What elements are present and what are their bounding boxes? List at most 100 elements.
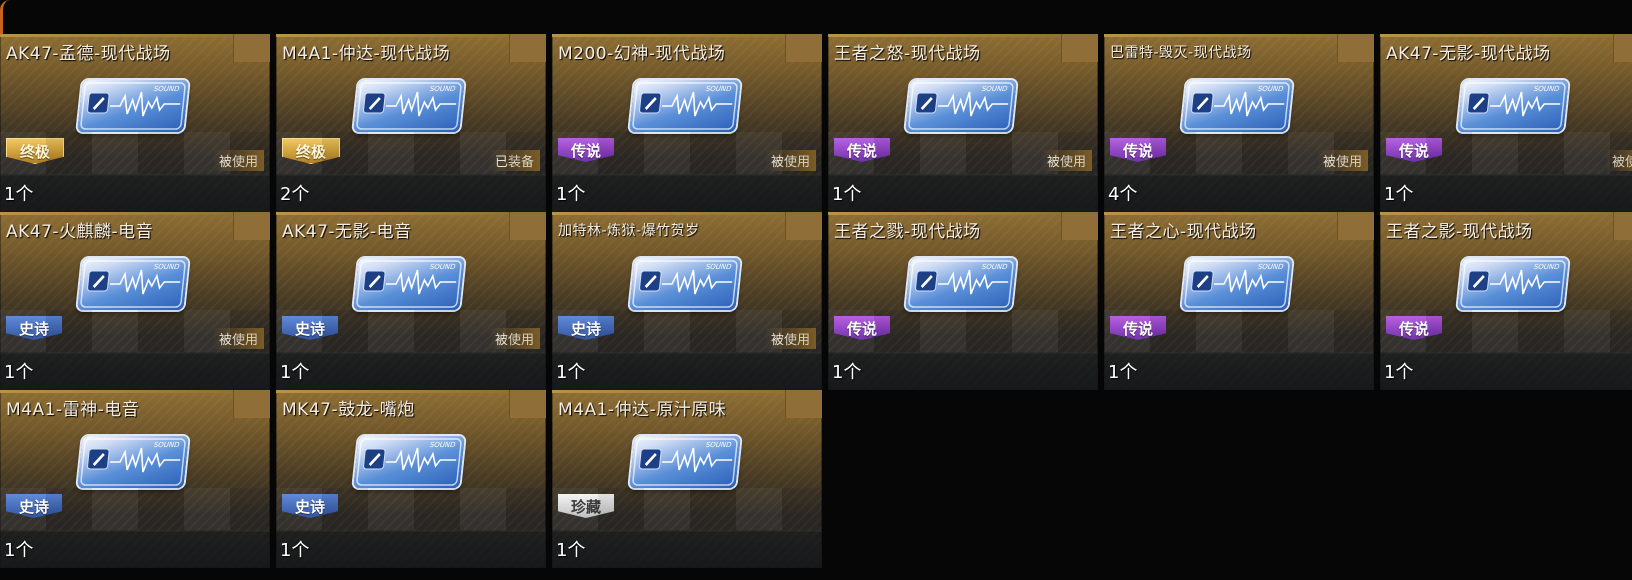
item-count: 1个	[4, 362, 34, 383]
rarity-badge: 史诗	[282, 494, 338, 518]
item-title: AK47-火麒麟-电音	[6, 222, 154, 242]
sound-card-icon: SOUND	[629, 436, 741, 488]
item-count: 1个	[556, 184, 586, 205]
item-title: 王者之戮-现代战场	[834, 222, 981, 242]
corner-tab	[1337, 34, 1374, 62]
svg-text:SOUND: SOUND	[429, 84, 456, 93]
sound-item-card-11[interactable]: 王者之心-现代战场 SOUND 传说 1个	[1104, 212, 1374, 390]
svg-text:SOUND: SOUND	[429, 440, 456, 449]
svg-text:SOUND: SOUND	[705, 440, 732, 449]
count-bar: 1个	[828, 175, 1098, 212]
status-tag: 被使用	[212, 150, 264, 171]
item-title: M4A1-雷神-电音	[6, 400, 140, 420]
status-tag: 被使用	[488, 328, 540, 349]
count-bar: 1个	[276, 531, 546, 568]
status-tag: 被使用	[764, 328, 816, 349]
rarity-badge: 传说	[834, 138, 890, 162]
corner-accent	[0, 0, 10, 34]
item-count: 1个	[832, 362, 862, 383]
inventory-screen: AK47-孟德-现代战场 SOUND 终极 被使用 1个 M4A1-仲达-现代战…	[0, 0, 1632, 580]
item-title: 王者之怒-现代战场	[834, 44, 981, 64]
sound-card-icon: SOUND	[1457, 258, 1569, 310]
sound-card-icon: SOUND	[77, 258, 189, 310]
item-title: 王者之心-现代战场	[1110, 222, 1257, 242]
sound-item-card-15[interactable]: M4A1-仲达-原汁原味 SOUND 珍藏 1个	[552, 390, 822, 568]
item-title: AK47-无影-电音	[282, 222, 412, 242]
count-bar: 1个	[552, 175, 822, 212]
corner-tab	[1613, 34, 1632, 62]
item-title: AK47-无影-现代战场	[1386, 44, 1551, 64]
status-tag: 已装备	[488, 150, 540, 171]
status-tag: 被使用	[764, 150, 816, 171]
item-count: 1个	[4, 540, 34, 561]
status-tag: 被使用	[212, 328, 264, 349]
sound-card-icon: SOUND	[353, 258, 465, 310]
item-title: M200-幻神-现代战场	[558, 44, 726, 64]
svg-text:SOUND: SOUND	[153, 262, 180, 271]
count-bar: 1个	[1104, 353, 1374, 390]
svg-text:SOUND: SOUND	[1257, 262, 1284, 271]
svg-text:SOUND: SOUND	[1257, 84, 1284, 93]
count-bar: 1个	[0, 353, 270, 390]
svg-text:SOUND: SOUND	[981, 262, 1008, 271]
item-title: 王者之影-现代战场	[1386, 222, 1533, 242]
item-count: 1个	[556, 540, 586, 561]
item-title: M4A1-仲达-现代战场	[282, 44, 451, 64]
corner-tab	[233, 34, 270, 62]
count-bar: 1个	[0, 175, 270, 212]
count-bar: 1个	[0, 531, 270, 568]
rarity-badge: 传说	[1110, 138, 1166, 162]
sound-item-card-3[interactable]: M200-幻神-现代战场 SOUND 传说 被使用 1个	[552, 34, 822, 212]
sound-item-card-6[interactable]: AK47-无影-现代战场 SOUND 传说 被使 1个	[1380, 34, 1632, 212]
item-title: AK47-孟德-现代战场	[6, 44, 171, 64]
sound-card-icon: SOUND	[1181, 80, 1293, 132]
corner-tab	[1061, 34, 1098, 62]
svg-text:SOUND: SOUND	[705, 84, 732, 93]
rarity-badge: 史诗	[6, 316, 62, 340]
sound-item-card-10[interactable]: 王者之戮-现代战场 SOUND 传说 1个	[828, 212, 1098, 390]
status-tag: 被使用	[1040, 150, 1092, 171]
item-count: 1个	[1384, 184, 1414, 205]
sound-item-card-1[interactable]: AK47-孟德-现代战场 SOUND 终极 被使用 1个	[0, 34, 270, 212]
item-count: 1个	[1108, 362, 1138, 383]
sound-item-card-2[interactable]: M4A1-仲达-现代战场 SOUND 终极 已装备 2个	[276, 34, 546, 212]
corner-tab	[1613, 212, 1632, 240]
sound-item-card-14[interactable]: MK47-鼓龙-嘴炮 SOUND 史诗 1个	[276, 390, 546, 568]
sound-item-card-12[interactable]: 王者之影-现代战场 SOUND 传说 1个	[1380, 212, 1632, 390]
rarity-badge: 史诗	[6, 494, 62, 518]
svg-text:SOUND: SOUND	[981, 84, 1008, 93]
sound-item-card-4[interactable]: 王者之怒-现代战场 SOUND 传说 被使用 1个	[828, 34, 1098, 212]
item-count: 1个	[280, 362, 310, 383]
svg-text:SOUND: SOUND	[429, 262, 456, 271]
sound-item-card-9[interactable]: 加特林-炼狱-爆竹贺岁 SOUND 史诗 被使用 1个	[552, 212, 822, 390]
rarity-badge: 史诗	[282, 316, 338, 340]
sound-card-icon: SOUND	[353, 436, 465, 488]
sound-card-icon: SOUND	[1457, 80, 1569, 132]
rarity-badge: 传说	[558, 138, 614, 162]
rarity-badge: 传说	[1386, 316, 1442, 340]
count-bar: 1个	[1380, 175, 1632, 212]
item-title: MK47-鼓龙-嘴炮	[282, 400, 415, 420]
status-tag: 被使用	[1316, 150, 1368, 171]
svg-text:SOUND: SOUND	[153, 84, 180, 93]
svg-text:SOUND: SOUND	[153, 440, 180, 449]
rarity-badge: 传说	[1110, 316, 1166, 340]
sound-card-icon: SOUND	[353, 80, 465, 132]
count-bar: 4个	[1104, 175, 1374, 212]
svg-text:SOUND: SOUND	[1533, 84, 1560, 93]
rarity-badge: 传说	[1386, 138, 1442, 162]
sound-item-card-5[interactable]: 巴雷特-毁灭-现代战场 SOUND 传说 被使用 4个	[1104, 34, 1374, 212]
sound-card-icon: SOUND	[77, 436, 189, 488]
item-count: 2个	[280, 184, 310, 205]
item-title: 巴雷特-毁灭-现代战场	[1110, 45, 1252, 61]
corner-tab	[785, 34, 822, 62]
count-bar: 2个	[276, 175, 546, 212]
item-count: 1个	[1384, 362, 1414, 383]
corner-tab	[785, 390, 822, 418]
sound-item-card-7[interactable]: AK47-火麒麟-电音 SOUND 史诗 被使用 1个	[0, 212, 270, 390]
item-count: 1个	[4, 184, 34, 205]
sound-item-card-8[interactable]: AK47-无影-电音 SOUND 史诗 被使用 1个	[276, 212, 546, 390]
sound-item-card-13[interactable]: M4A1-雷神-电音 SOUND 史诗 1个	[0, 390, 270, 568]
corner-tab	[509, 212, 546, 240]
count-bar: 1个	[276, 353, 546, 390]
